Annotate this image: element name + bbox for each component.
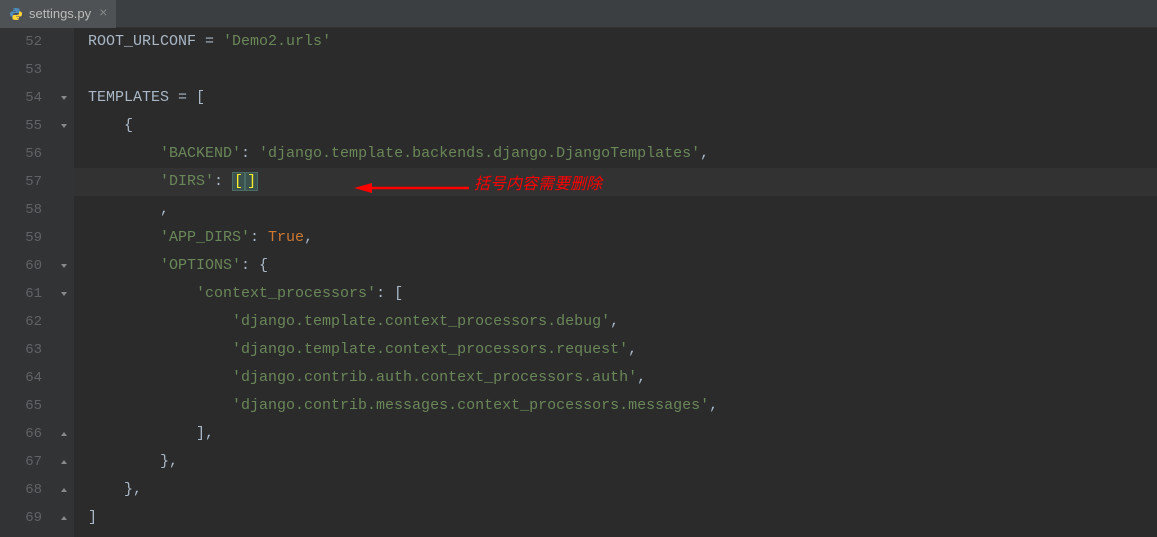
fold-gutter [56,28,74,537]
line-number: 64 [0,364,42,392]
code-token: = [178,89,196,106]
code-token: 'django.contrib.auth.context_processors.… [232,369,637,386]
line-number: 61 [0,280,42,308]
line-number: 59 [0,224,42,252]
fold-open-icon[interactable] [58,92,70,104]
code-token: , [700,145,709,162]
line-number: 65 [0,392,42,420]
fold-open-icon[interactable] [58,260,70,272]
code-line[interactable]: 'OPTIONS': { [74,252,1157,280]
code-token: { [259,257,268,274]
code-token: , [169,453,178,470]
code-token: [ [394,285,403,302]
code-token: , [628,341,637,358]
line-number: 68 [0,476,42,504]
code-line[interactable]: ], [74,420,1157,448]
line-number: 53 [0,56,42,84]
code-token: 'django.template.context_processors.requ… [232,341,628,358]
code-area[interactable]: ROOT_URLCONF = 'Demo2.urls' TEMPLATES = [… [74,28,1157,537]
line-number: 55 [0,112,42,140]
code-line[interactable]: ROOT_URLCONF = 'Demo2.urls' [74,28,1157,56]
line-number: 57 [0,168,42,196]
code-line[interactable]: 'django.contrib.messages.context_process… [74,392,1157,420]
tab-bar: settings.py × [0,0,1157,28]
code-line[interactable]: 'context_processors': [ [74,280,1157,308]
line-number: 54 [0,84,42,112]
code-token: 'BACKEND' [160,145,241,162]
code-line[interactable]: ] [74,504,1157,532]
code-token: TEMPLATES [88,89,178,106]
line-number: 69 [0,504,42,532]
code-token: , [610,313,619,330]
code-token: 'APP_DIRS' [160,229,250,246]
code-token: } [124,481,133,498]
code-token: 'django.template.context_processors.debu… [232,313,610,330]
code-token: 'OPTIONS' [160,257,241,274]
code-token: 'django.template.backends.django.DjangoT… [259,145,700,162]
line-number: 60 [0,252,42,280]
code-token: { [124,117,133,134]
code-token: , [205,425,214,442]
code-token: 'django.contrib.messages.context_process… [232,397,709,414]
code-line[interactable]: 'DIRS': [] 括号内容需要删除 [74,168,1157,196]
code-token: = [205,33,223,50]
fold-close-icon[interactable] [58,484,70,496]
code-token: : [214,173,232,190]
code-token: ROOT_URLCONF [88,33,205,50]
code-line[interactable]: 'django.contrib.auth.context_processors.… [74,364,1157,392]
code-editor[interactable]: 525354555657585960616263646566676869 ROO… [0,28,1157,537]
code-token: : [376,285,394,302]
file-tab[interactable]: settings.py × [0,0,116,28]
line-number-gutter: 525354555657585960616263646566676869 [0,28,56,537]
line-number: 63 [0,336,42,364]
code-token: ] [88,509,97,526]
code-token: : [241,145,259,162]
code-token: [ [196,89,205,106]
fold-open-icon[interactable] [58,288,70,300]
code-line[interactable]: 'django.template.context_processors.debu… [74,308,1157,336]
line-number: 52 [0,28,42,56]
annotation-text: 括号内容需要删除 [474,171,602,199]
code-token: 'Demo2.urls' [223,33,331,50]
code-line[interactable]: }, [74,476,1157,504]
line-number: 58 [0,196,42,224]
code-token: , [133,481,142,498]
code-line[interactable]: 'django.template.context_processors.requ… [74,336,1157,364]
code-token: [ [232,172,245,191]
fold-open-icon[interactable] [58,120,70,132]
close-icon[interactable]: × [99,6,107,22]
code-token: 'DIRS' [160,173,214,190]
tab-filename: settings.py [29,6,91,21]
code-token: , [304,229,313,246]
code-line[interactable]: TEMPLATES = [ [74,84,1157,112]
code-token: , [160,201,169,218]
code-token: ] [196,425,205,442]
code-token: True [268,229,304,246]
code-line[interactable]: }, [74,448,1157,476]
fold-close-icon[interactable] [58,456,70,468]
code-token: ] [245,172,258,191]
code-line[interactable]: 'BACKEND': 'django.template.backends.dja… [74,140,1157,168]
code-token: } [160,453,169,470]
code-token: , [709,397,718,414]
code-line[interactable] [74,56,1157,84]
fold-close-icon[interactable] [58,512,70,524]
line-number: 62 [0,308,42,336]
line-number: 56 [0,140,42,168]
line-number: 66 [0,420,42,448]
code-line[interactable]: , [74,196,1157,224]
code-line[interactable]: 'APP_DIRS': True, [74,224,1157,252]
fold-close-icon[interactable] [58,428,70,440]
line-number: 67 [0,448,42,476]
code-token: : [250,229,268,246]
code-token: , [637,369,646,386]
code-token: 'context_processors' [196,285,376,302]
code-line[interactable]: { [74,112,1157,140]
code-token: : [241,257,259,274]
python-file-icon [8,6,24,22]
